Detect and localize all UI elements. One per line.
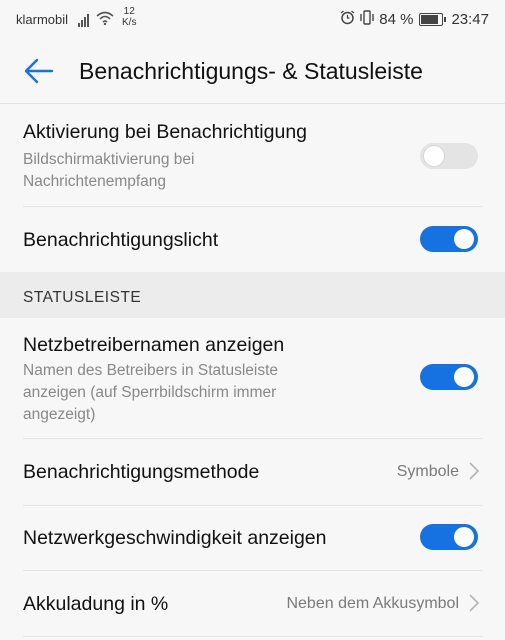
setting-value: Symbole [396,463,459,480]
setting-description-line: anzeigen (auf Sperrbildschirm immer [23,384,277,401]
toggle-knob [454,229,474,249]
setting-row-battery-percent[interactable]: Akkuladung in % Neben dem Akkusymbol [0,571,505,637]
network-speed-value: 12 [123,5,135,17]
setting-description: Bildschirmaktivierung bei Nachrichtenemp… [23,149,383,193]
notification-light-toggle[interactable] [420,226,478,252]
section-label: STATUSLEISTE [23,289,142,306]
toggle-knob [424,146,444,166]
signal-icon [78,13,90,27]
network-speed: 12 K/s [122,6,136,28]
setting-label: Benachrichtigungslicht [23,229,219,251]
setting-description-line: Nachrichtenempfang [23,173,167,190]
setting-row-notification-method[interactable]: Benachrichtigungsmethode Symbole [0,439,505,505]
carrier-name-toggle[interactable] [420,364,478,390]
screen-activation-toggle[interactable] [420,143,478,169]
chevron-right-icon [468,461,480,481]
battery-icon [419,13,447,26]
page-title: Benachrichtigungs- & Statusleiste [79,58,423,84]
setting-description-line: angezeigt) [23,406,96,423]
alarm-icon [340,10,355,29]
setting-label: Netzwerkgeschwindigkeit anzeigen [23,527,327,549]
battery-percent: 84 % [379,11,414,28]
title-bar: Benachrichtigungs- & Statusleiste [0,38,505,104]
toggle-knob [454,527,474,547]
setting-row-network-speed[interactable]: Netzwerkgeschwindigkeit anzeigen [0,506,505,570]
setting-label: Netzbetreibernamen anzeigen [23,334,285,356]
setting-label: Aktivierung bei Benachrichtigung [23,121,308,143]
clock: 23:47 [451,11,489,28]
status-bar-left: klarmobil 12 K/s [16,6,136,28]
status-bar-right: 84 % 23:47 [336,10,489,29]
status-bar: klarmobil 12 K/s 84 % 23:47 [0,0,505,38]
toggle-knob [454,367,474,387]
section-header: STATUSLEISTE [0,272,505,318]
wifi-icon [96,11,114,28]
setting-description-line: Bildschirmaktivierung bei [23,151,195,168]
setting-description-line: Namen des Betreibers in Statusleiste [23,362,279,379]
setting-label: Akkuladung in % [23,593,169,615]
setting-row-notification-light[interactable]: Benachrichtigungslicht [0,207,505,272]
back-arrow-icon[interactable] [22,56,56,86]
network-speed-unit: K/s [122,16,137,28]
chevron-right-icon [468,593,480,613]
setting-row-carrier-name[interactable]: Netzbetreibernamen anzeigen Namen des Be… [0,318,505,438]
setting-description: Namen des Betreibers in Statusleiste anz… [23,360,383,426]
setting-row-screen-activation[interactable]: Aktivierung bei Benachrichtigung Bildsch… [0,104,505,206]
setting-label: Benachrichtigungsmethode [23,461,260,483]
carrier-name: klarmobil [16,12,69,27]
vibrate-icon [359,10,375,29]
row-divider [23,636,482,637]
network-speed-toggle[interactable] [420,524,478,550]
setting-value: Neben dem Akkusymbol [286,595,459,612]
